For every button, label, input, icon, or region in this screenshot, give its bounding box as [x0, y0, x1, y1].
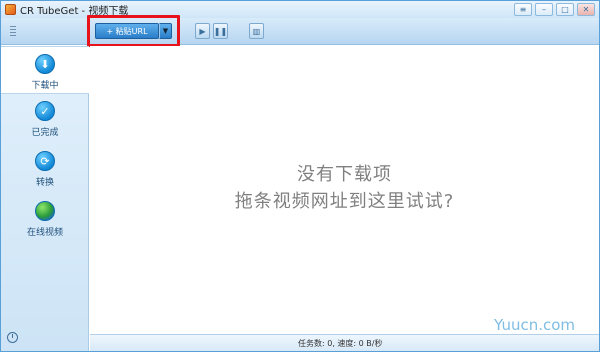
check-icon: ✓	[35, 101, 55, 121]
download-icon: ⬇	[35, 54, 55, 74]
globe-icon	[35, 201, 55, 221]
convert-icon: ⟳	[35, 151, 55, 171]
play-icon: ▶	[199, 26, 206, 36]
watermark: Yuucn.com	[494, 316, 576, 334]
app-logo-icon	[5, 4, 16, 15]
close-icon[interactable]: ✕	[577, 3, 595, 16]
sidebar-item-label: 已完成	[31, 128, 59, 138]
sidebar-item-label: 下载中	[31, 81, 59, 91]
window-controls: ≡ – □ ✕	[514, 3, 595, 16]
minimize-icon[interactable]: –	[535, 3, 553, 16]
sidebar-item-online-video[interactable]: 在线视频	[1, 194, 89, 242]
empty-state-hint: 拖条视频网址到这里试试?	[234, 191, 455, 212]
trash-icon: ▥	[252, 26, 261, 36]
sidebar-item-label: 转换	[35, 178, 54, 188]
toolbar-grip-icon	[10, 26, 16, 37]
pause-icon: ❚❚	[213, 26, 228, 36]
maximize-icon[interactable]: □	[556, 3, 574, 16]
start-button[interactable]: ▶	[195, 23, 210, 39]
empty-state-title: 没有下载项	[297, 164, 392, 185]
pause-button[interactable]: ❚❚	[213, 23, 228, 39]
sidebar-item-downloading[interactable]: ⬇ 下载中	[1, 46, 89, 94]
sidebar-item-convert[interactable]: ⟳ 转换	[1, 144, 89, 192]
app-window: CR TubeGet - 视频下载 ≡ – □ ✕ + 粘贴URL ▼ ▶ ❚❚…	[0, 0, 600, 352]
highlight-annotation	[87, 15, 180, 47]
menu-icon[interactable]: ≡	[514, 3, 532, 16]
sidebar-item-completed[interactable]: ✓ 已完成	[1, 94, 89, 142]
sidebar-item-label: 在线视频	[26, 228, 63, 238]
sidebar: ⬇ 下载中 ✓ 已完成 ⟳ 转换 在线视频	[1, 46, 89, 351]
status-bar: 任务数: 0, 速度: 0 B/秒	[90, 334, 599, 351]
clock-icon[interactable]	[7, 332, 18, 343]
download-list-area[interactable]: 没有下载项 拖条视频网址到这里试试?	[90, 46, 599, 334]
status-text: 任务数: 0, 速度: 0 B/秒	[298, 339, 383, 348]
delete-button[interactable]: ▥	[249, 23, 264, 39]
